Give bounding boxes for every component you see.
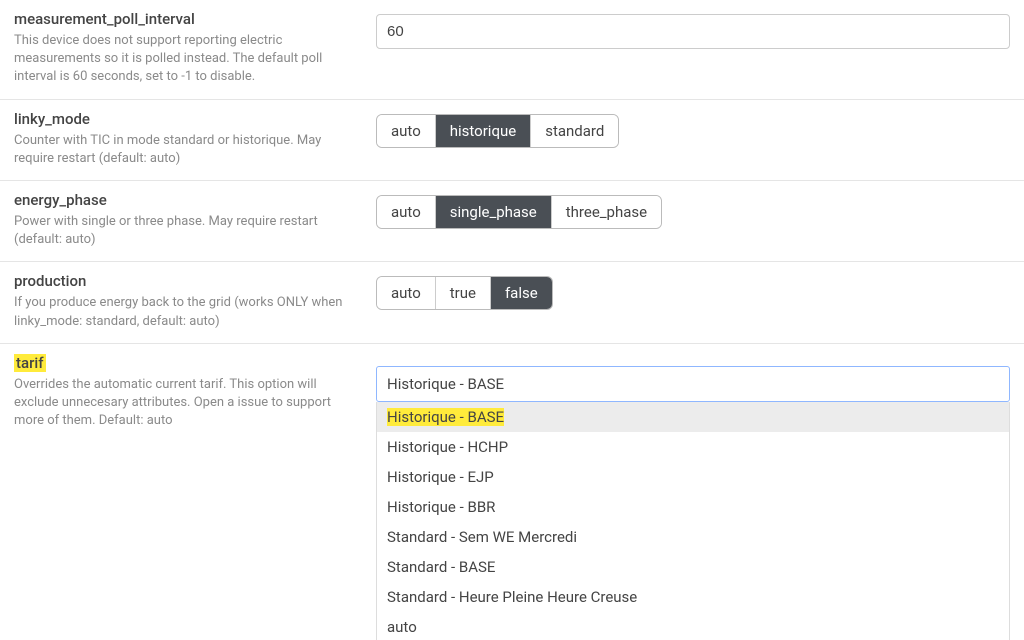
energy-phase-segmented: auto single_phase three_phase	[376, 195, 662, 229]
option-label: Standard - Heure Pleine Heure Creuse	[387, 588, 637, 606]
tarif-option[interactable]: Standard - BASE	[377, 552, 1009, 582]
tarif-option[interactable]: Historique - BASE	[377, 402, 1009, 432]
poll-interval-input[interactable]	[376, 14, 1010, 49]
row-linky-mode: linky_mode Counter with TIC in mode stan…	[0, 100, 1024, 181]
tarif-option[interactable]: Historique - HCHP	[377, 432, 1009, 462]
option-label: Historique - BBR	[387, 498, 495, 516]
control-col: auto true false	[376, 272, 1010, 330]
production-segmented: auto true false	[376, 276, 553, 310]
option-label: Historique - HCHP	[387, 438, 508, 456]
production-auto[interactable]: auto	[377, 277, 435, 309]
tarif-option[interactable]: auto	[377, 612, 1009, 640]
linky-mode-segmented: auto historique standard	[376, 114, 619, 148]
control-col	[376, 10, 1010, 87]
setting-desc: Counter with TIC in mode standard or his…	[14, 132, 358, 168]
label-col: production If you produce energy back to…	[14, 272, 376, 330]
control-col: auto single_phase three_phase	[376, 191, 1010, 249]
option-label: Historique - EJP	[387, 468, 494, 486]
row-energy-phase: energy_phase Power with single or three …	[0, 181, 1024, 262]
setting-name: production	[14, 272, 86, 290]
setting-name: tarif	[14, 354, 46, 372]
setting-desc: Overrides the automatic current tarif. T…	[14, 376, 358, 431]
linky-mode-historique[interactable]: historique	[435, 115, 530, 147]
option-label: Standard - Sem WE Mercredi	[387, 528, 577, 546]
row-production: production If you produce energy back to…	[0, 262, 1024, 343]
tarif-option[interactable]: Historique - EJP	[377, 462, 1009, 492]
option-label: auto	[387, 618, 417, 636]
production-false[interactable]: false	[490, 277, 552, 309]
tarif-option[interactable]: Standard - Sem WE Mercredi	[377, 522, 1009, 552]
control-col: auto historique standard	[376, 110, 1010, 168]
setting-desc: Power with single or three phase. May re…	[14, 213, 358, 249]
control-col: Historique - BASE Historique - BASE Hist…	[376, 354, 1010, 640]
label-col: measurement_poll_interval This device do…	[14, 10, 376, 87]
linky-mode-auto[interactable]: auto	[377, 115, 435, 147]
label-col: linky_mode Counter with TIC in mode stan…	[14, 110, 376, 168]
energy-phase-three[interactable]: three_phase	[551, 196, 661, 228]
setting-desc: If you produce energy back to the grid (…	[14, 294, 358, 330]
production-true[interactable]: true	[435, 277, 490, 309]
energy-phase-auto[interactable]: auto	[377, 196, 435, 228]
tarif-select[interactable]: Historique - BASE Historique - BASE Hist…	[376, 366, 1010, 640]
row-measurement-poll-interval: measurement_poll_interval This device do…	[0, 0, 1024, 100]
option-label: Standard - BASE	[387, 558, 495, 576]
tarif-option[interactable]: Historique - BBR	[377, 492, 1009, 522]
row-tarif: tarif Overrides the automatic current ta…	[0, 344, 1024, 640]
linky-mode-standard[interactable]: standard	[530, 115, 618, 147]
label-col: tarif Overrides the automatic current ta…	[14, 354, 376, 640]
option-label: Historique - BASE	[387, 408, 504, 426]
setting-name: linky_mode	[14, 110, 90, 128]
setting-name: measurement_poll_interval	[14, 10, 195, 28]
settings-list: measurement_poll_interval This device do…	[0, 0, 1024, 640]
tarif-option[interactable]: Standard - Heure Pleine Heure Creuse	[377, 582, 1009, 612]
energy-phase-single[interactable]: single_phase	[435, 196, 551, 228]
tarif-select-display[interactable]: Historique - BASE	[376, 366, 1010, 402]
tarif-dropdown: Historique - BASE Historique - HCHP Hist…	[376, 402, 1010, 640]
setting-name: energy_phase	[14, 191, 107, 209]
setting-desc: This device does not support reporting e…	[14, 32, 358, 87]
label-col: energy_phase Power with single or three …	[14, 191, 376, 249]
